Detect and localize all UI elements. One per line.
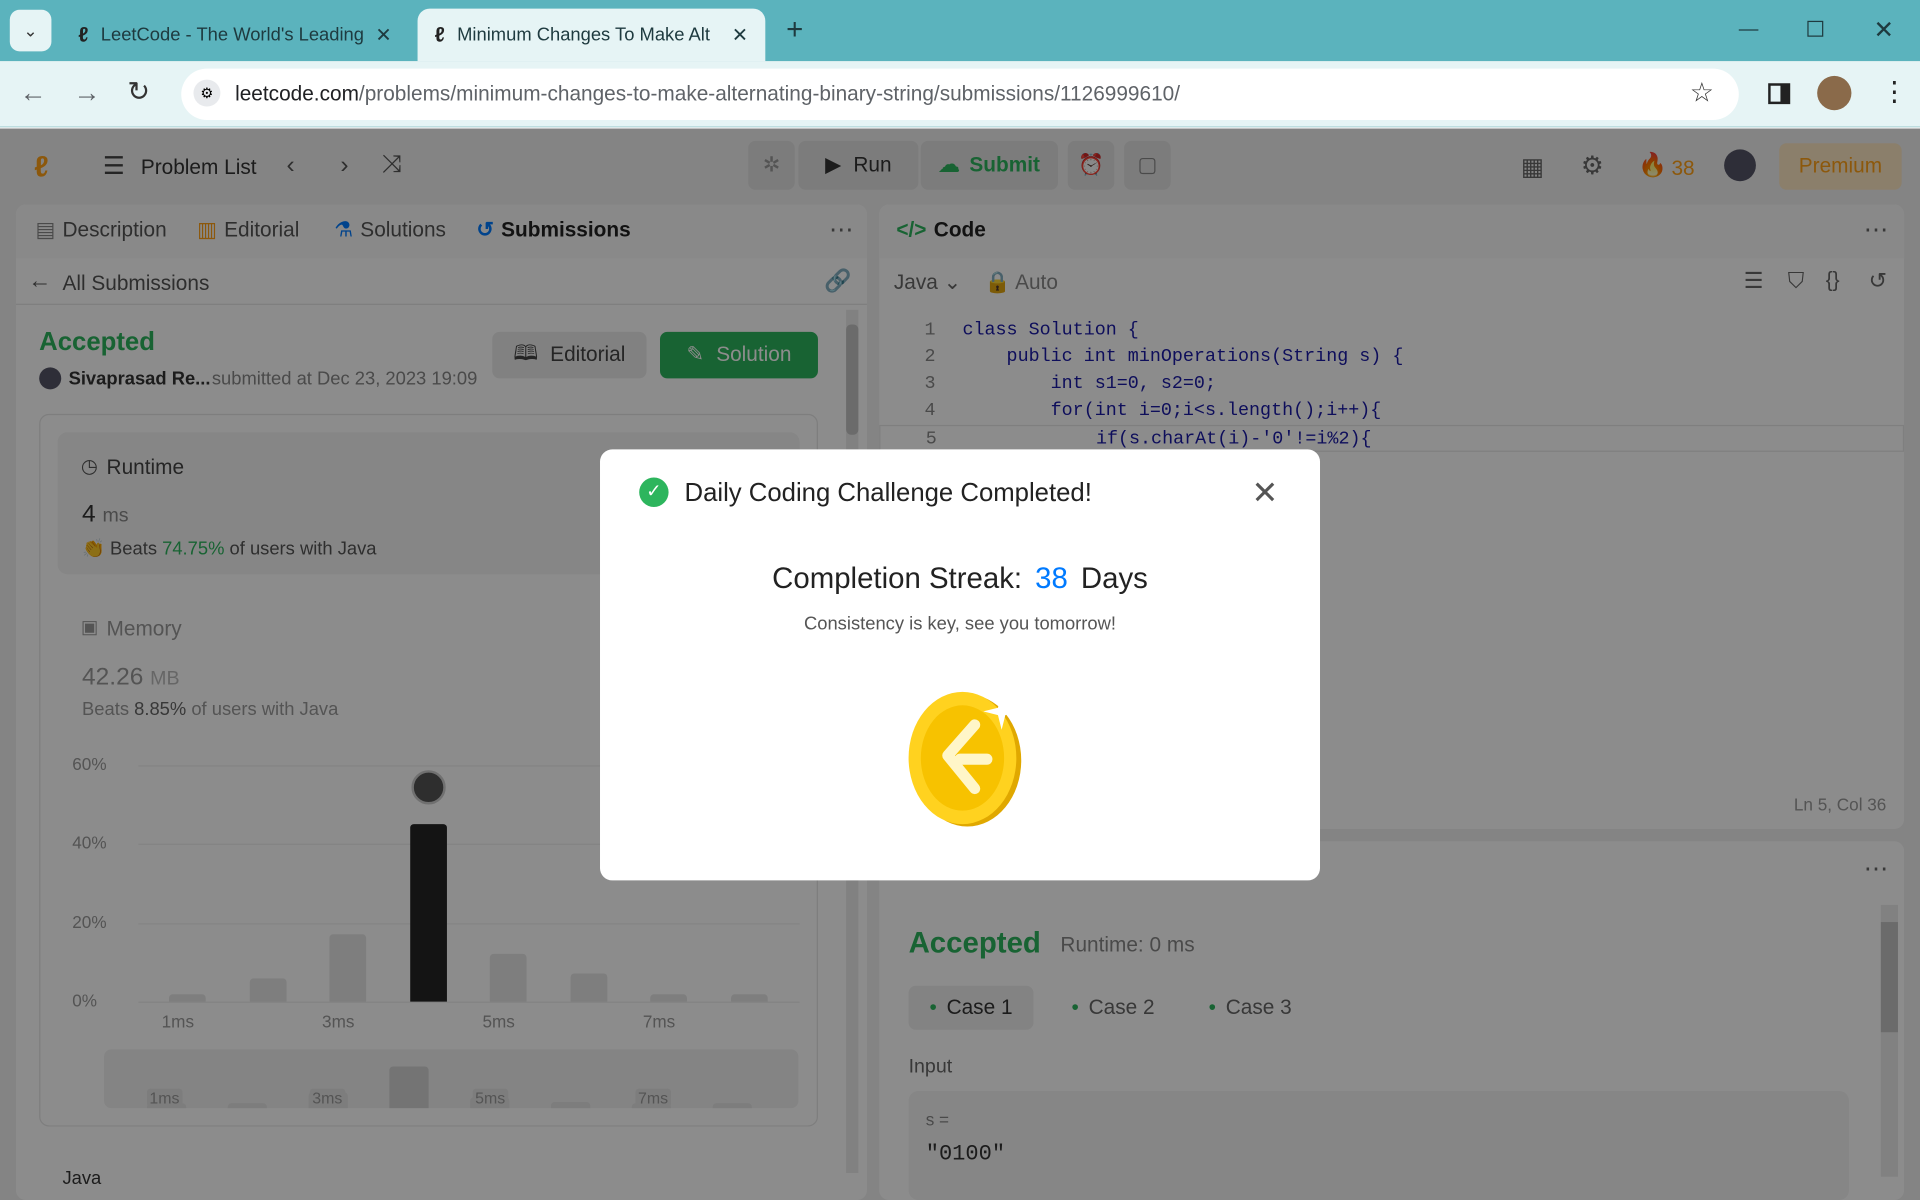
close-tab-icon[interactable]: ✕ — [375, 23, 391, 47]
browser-tab-bar: ⌄ ℓ LeetCode - The World's Leading ✕ ℓ M… — [0, 0, 1920, 62]
browser-tab-2[interactable]: ℓ Minimum Changes To Make Alt ✕ — [417, 8, 766, 62]
streak-line: Completion Streak: 38 Days — [772, 562, 1148, 596]
address-bar-row: ← → ↻ ⚙ leetcode.com/problems/minimum-ch… — [0, 61, 1920, 128]
url-host: leetcode.com — [235, 82, 359, 106]
modal-title: Daily Coding Challenge Completed! — [684, 478, 1092, 507]
tab-search-button[interactable]: ⌄ — [9, 9, 52, 52]
side-panel-icon[interactable] — [1768, 83, 1791, 105]
minimize-icon[interactable] — [1738, 29, 1759, 31]
leetcode-favicon-icon: ℓ — [78, 22, 89, 46]
new-tab-icon[interactable]: + — [779, 13, 811, 46]
modal-message: Consistency is key, see you tomorrow! — [803, 613, 1117, 635]
back-icon[interactable]: ← — [20, 77, 47, 109]
browser-tab-1[interactable]: ℓ LeetCode - The World's Leading ✕ — [61, 9, 409, 62]
leetcode-favicon-icon: ℓ — [434, 22, 445, 46]
close-icon[interactable]: ✕ — [1251, 474, 1278, 512]
url-field[interactable]: leetcode.com/problems/minimum-changes-to… — [181, 68, 1739, 121]
restore-icon[interactable] — [1807, 20, 1824, 37]
daily-challenge-modal: ✓ Daily Coding Challenge Completed! ✕ Co… — [600, 449, 1321, 881]
forward-icon[interactable]: → — [73, 77, 100, 109]
tab-title: LeetCode - The World's Leading — [100, 24, 365, 46]
reload-icon[interactable]: ↻ — [127, 76, 150, 108]
site-info-icon[interactable]: ⚙ — [193, 79, 221, 107]
browser-menu-icon[interactable]: ⋮ — [1881, 76, 1908, 108]
close-tab-icon[interactable]: ✕ — [732, 23, 748, 47]
coin-icon — [906, 688, 1024, 828]
bookmark-star-icon[interactable]: ☆ — [1690, 77, 1714, 109]
check-circle-icon: ✓ — [639, 477, 669, 507]
tab-title: Minimum Changes To Make Alt — [457, 24, 710, 46]
streak-value: 38 — [1035, 562, 1068, 596]
close-window-icon[interactable]: ✕ — [1873, 15, 1894, 46]
profile-avatar[interactable] — [1817, 75, 1852, 111]
url-path: /problems/minimum-changes-to-make-altern… — [358, 82, 1181, 106]
